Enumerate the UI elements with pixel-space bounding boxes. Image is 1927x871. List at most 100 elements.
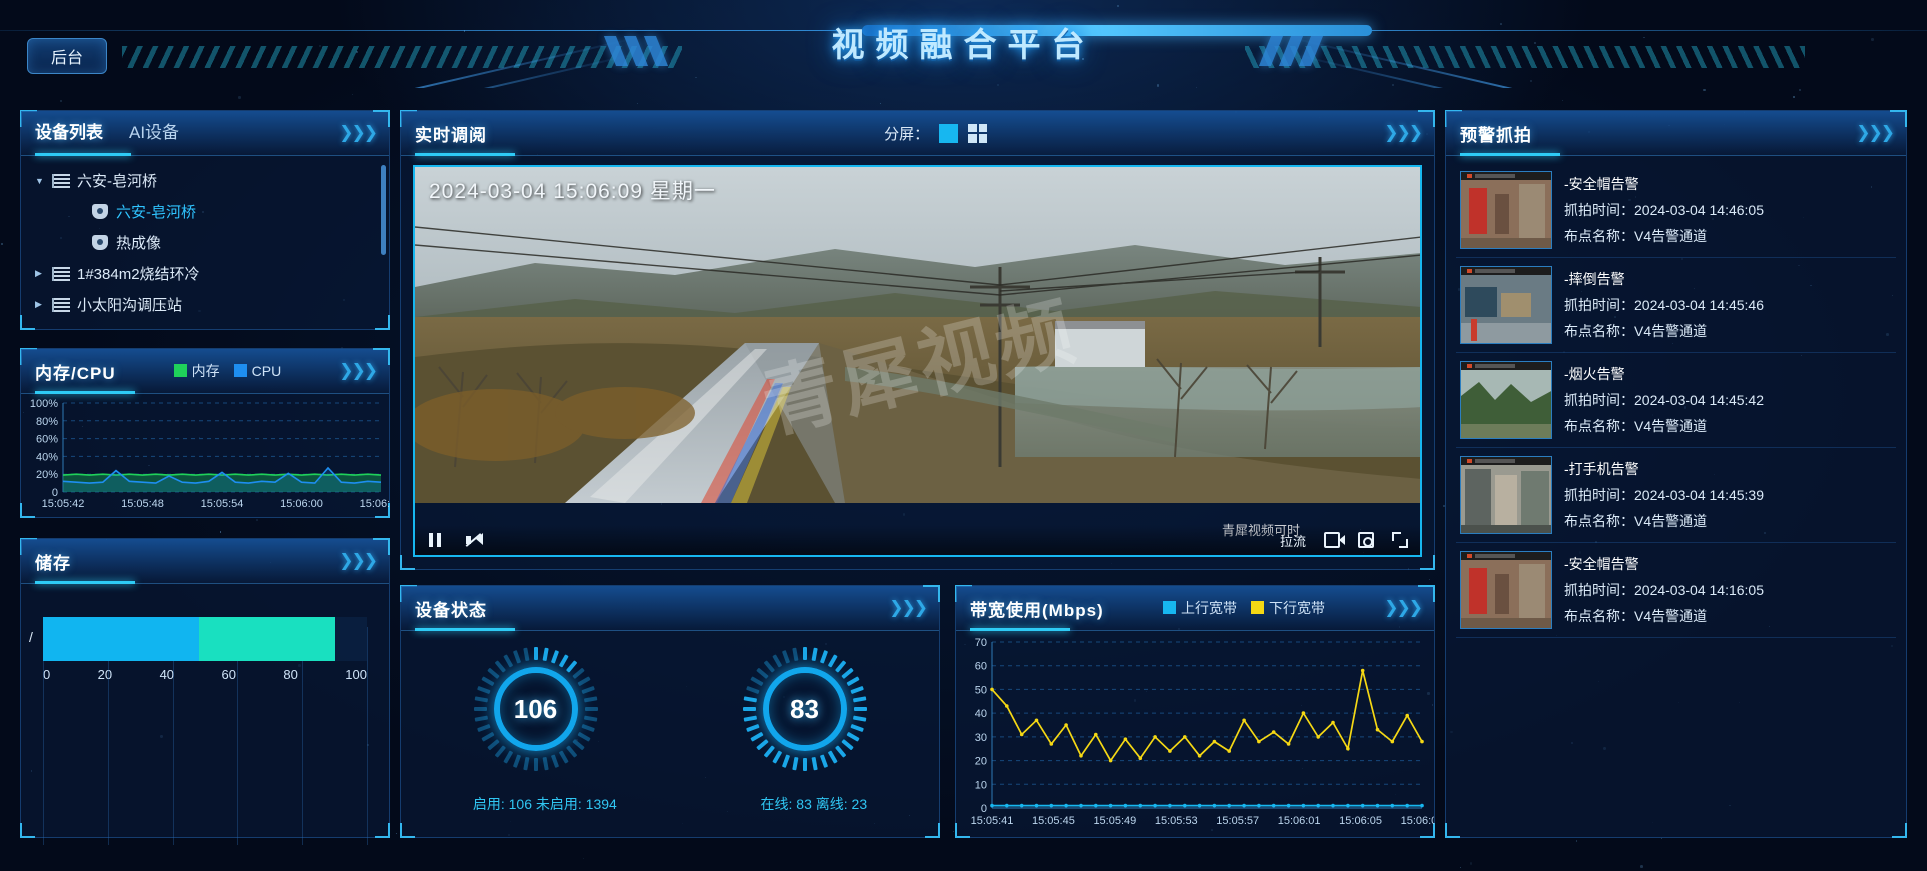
alarm-item[interactable]: -摔倒告警 抓拍时间：2024-03-04 14:45:46 布点名称：V4告警…	[1456, 258, 1896, 353]
record-icon[interactable]	[1324, 532, 1340, 548]
svg-text:15:05:53: 15:05:53	[1155, 815, 1198, 827]
alarm-details: -摔倒告警 抓拍时间：2024-03-04 14:45:46 布点名称：V4告警…	[1564, 266, 1764, 344]
tree-item[interactable]: ▼ 六安-皂河桥	[21, 165, 389, 196]
alarm-point-row: 布点名称：V4告警通道	[1564, 318, 1764, 344]
folder-icon	[52, 174, 70, 188]
tree-item-label: 六安-皂河桥	[116, 201, 196, 222]
live-view-header: 实时调阅 分屏： ❯ ❯ ❯	[401, 111, 1434, 155]
svg-text:40: 40	[975, 708, 987, 720]
pause-icon[interactable]	[427, 532, 443, 548]
alarm-time-row: 抓拍时间：2024-03-04 14:46:05	[1564, 197, 1764, 223]
svg-text:100%: 100%	[30, 398, 58, 410]
live-view-more-arrows[interactable]: ❯ ❯ ❯	[1384, 123, 1420, 143]
device-panel-tabs: 设备列表 AI设备 ❯ ❯ ❯	[21, 111, 389, 155]
svg-text:60%: 60%	[36, 434, 58, 446]
backstage-button[interactable]: 后台	[27, 38, 107, 74]
alarm-item[interactable]: -安全帽告警 抓拍时间：2024-03-04 14:16:05 布点名称：V4告…	[1456, 543, 1896, 638]
device-status-captions: 启用: 106 未启用: 1394 在线: 83 离线: 23	[401, 784, 939, 814]
alarm-time-row: 抓拍时间：2024-03-04 14:45:39	[1564, 482, 1764, 508]
device-status-more-arrows[interactable]: ❯ ❯ ❯	[889, 598, 925, 618]
svg-text:15:05:48: 15:05:48	[121, 498, 164, 510]
svg-text:15:06:01: 15:06:01	[1278, 815, 1321, 827]
video-player[interactable]: 2024-03-04 15:06:09 星期一 青犀视频 青犀视频可时 拉流	[413, 165, 1422, 557]
svg-text:15:06:05: 15:06:05	[1339, 815, 1382, 827]
alarm-item[interactable]: -烟火告警 抓拍时间：2024-03-04 14:45:42 布点名称：V4告警…	[1456, 353, 1896, 448]
svg-text:40%: 40%	[36, 451, 58, 463]
caret-icon[interactable]: ▶	[35, 268, 49, 279]
page-title: 视频融合平台	[0, 18, 1927, 66]
alarm-list[interactable]: -安全帽告警 抓拍时间：2024-03-04 14:46:05 布点名称：V4告…	[1446, 155, 1906, 837]
bandwidth-title: 带宽使用(Mbps)	[970, 596, 1104, 621]
mute-icon[interactable]	[465, 532, 481, 548]
bandwidth-panel: 带宽使用(Mbps) 上行宽带 下行宽带 ❯ ❯ ❯ 0 10 20 30 40 50 60 70…	[955, 585, 1435, 838]
legend-item-cpu: CPU	[234, 363, 282, 379]
storage-panel: 储存 ❯ ❯ ❯ / 0 20 40 60 80 100	[20, 538, 390, 838]
device-tree-scrollbar[interactable]	[381, 165, 386, 255]
svg-text:15:05:54: 15:05:54	[201, 498, 244, 510]
camera-icon	[92, 204, 108, 219]
tree-item-label: 小太阳沟调压站	[77, 294, 182, 315]
alarm-item[interactable]: -打手机告警 抓拍时间：2024-03-04 14:45:39 布点名称：V4告…	[1456, 448, 1896, 543]
alarm-details: -烟火告警 抓拍时间：2024-03-04 14:45:42 布点名称：V4告警…	[1564, 361, 1764, 439]
tree-item[interactable]: 热成像	[21, 227, 389, 258]
alarm-type-label: -安全帽告警	[1564, 551, 1764, 577]
alarm-thumbnail[interactable]	[1460, 171, 1552, 249]
caret-icon[interactable]: ▼	[35, 176, 49, 186]
gauge-online: 83	[743, 647, 867, 771]
alarm-thumbnail[interactable]	[1460, 456, 1552, 534]
svg-text:10: 10	[975, 779, 987, 791]
alarm-item[interactable]: -安全帽告警 抓拍时间：2024-03-04 14:46:05 布点名称：V4告…	[1456, 163, 1896, 258]
tree-item[interactable]: ▶ 1#384m2烧结环冷	[21, 258, 389, 289]
device-tree[interactable]: ▼ 六安-皂河桥 六安-皂河桥 热成像 ▶ 1#384m2烧结环冷 ▶ 小太阳沟…	[21, 155, 389, 329]
memory-cpu-panel: 内存/CPU 内存 CPU ❯ ❯ ❯ 100% 80% 60% 40% 20% 0 15:05…	[20, 348, 390, 518]
device-status-panel: 设备状态 ❯ ❯ ❯ 106 83 启用: 106 未启用: 1394 在线: 83…	[400, 585, 940, 838]
alarm-header: 预警抓拍 ❯ ❯ ❯	[1446, 111, 1906, 155]
split-4-button[interactable]	[968, 124, 987, 143]
gauge-online-caption: 在线: 83 离线: 23	[761, 794, 868, 814]
snapshot-icon[interactable]	[1358, 532, 1374, 548]
svg-text:15:05:57: 15:05:57	[1216, 815, 1259, 827]
alarm-details: -安全帽告警 抓拍时间：2024-03-04 14:46:05 布点名称：V4告…	[1564, 171, 1764, 249]
folder-icon	[52, 298, 70, 312]
alarm-capture-panel: 预警抓拍 ❯ ❯ ❯ -安全帽告警 抓拍时间：2024-03-04 14:46:05…	[1445, 110, 1907, 838]
tree-item-label: 1#384m2烧结环冷	[77, 263, 200, 284]
memory-cpu-chart: 100% 80% 60% 40% 20% 0 15:05:42 15:05:48 15:05:5…	[21, 393, 389, 517]
caret-icon[interactable]: ▶	[35, 299, 49, 310]
folder-icon	[52, 267, 70, 281]
tab-ai-device[interactable]: AI设备	[129, 111, 179, 155]
bandwidth-header: 带宽使用(Mbps) 上行宽带 下行宽带 ❯ ❯ ❯	[956, 586, 1434, 630]
storage-free-segment	[199, 617, 335, 661]
alarm-type-label: -打手机告警	[1564, 456, 1764, 482]
storage-more-arrows[interactable]: ❯ ❯ ❯	[339, 551, 375, 571]
memory-cpu-more-arrows[interactable]: ❯ ❯ ❯	[339, 361, 375, 381]
alarm-thumbnail[interactable]	[1460, 551, 1552, 629]
memory-cpu-legend: 内存 CPU	[174, 361, 282, 381]
memory-cpu-header: 内存/CPU 内存 CPU ❯ ❯ ❯	[21, 349, 389, 393]
svg-text:30: 30	[975, 732, 987, 744]
alarm-time-row: 抓拍时间：2024-03-04 14:45:46	[1564, 292, 1764, 318]
split-1-button[interactable]	[939, 124, 958, 143]
bandwidth-chart: 0 10 20 30 40 50 60 70 15:05:41 15:05:45 15:05:49 1…	[956, 630, 1434, 837]
svg-text:20%: 20%	[36, 469, 58, 481]
storage-bar-label: /	[29, 629, 33, 645]
gauge-online-value: 83	[743, 647, 867, 771]
alarm-more-arrows[interactable]: ❯ ❯ ❯	[1856, 123, 1892, 143]
alarm-title: 预警抓拍	[1460, 121, 1532, 146]
stream-pull-label[interactable]: 拉流	[1280, 531, 1306, 550]
legend-item-uplink: 上行宽带	[1163, 598, 1237, 618]
bandwidth-more-arrows[interactable]: ❯ ❯ ❯	[1384, 598, 1420, 618]
tab-device-list[interactable]: 设备列表	[35, 111, 103, 155]
live-view-panel: 实时调阅 分屏： ❯ ❯ ❯ 2024-03-04 15:06:09 星期一 青…	[400, 110, 1435, 570]
tree-item[interactable]: 六安-皂河桥	[21, 196, 389, 227]
alarm-point-row: 布点名称：V4告警通道	[1564, 223, 1764, 249]
fullscreen-icon[interactable]	[1392, 532, 1408, 548]
alarm-thumbnail[interactable]	[1460, 266, 1552, 344]
storage-header: 储存 ❯ ❯ ❯	[21, 539, 389, 583]
device-panel-more-arrows[interactable]: ❯ ❯ ❯	[339, 123, 375, 143]
split-screen-control: 分屏：	[884, 123, 987, 144]
tree-item[interactable]: ▶ 小太阳沟调压站	[21, 289, 389, 320]
alarm-thumbnail[interactable]	[1460, 361, 1552, 439]
alarm-type-label: -烟火告警	[1564, 361, 1764, 387]
svg-text:15:05:49: 15:05:49	[1093, 815, 1136, 827]
alarm-details: -打手机告警 抓拍时间：2024-03-04 14:45:39 布点名称：V4告…	[1564, 456, 1764, 534]
